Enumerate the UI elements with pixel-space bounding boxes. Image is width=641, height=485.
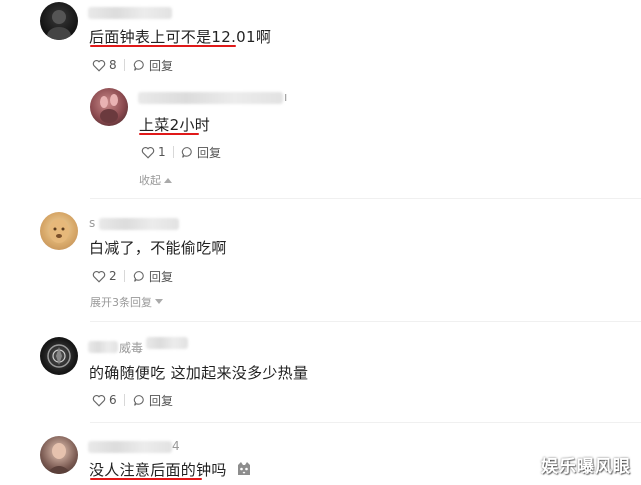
heart-outline-icon [141,146,155,159]
avatar[interactable] [90,88,128,126]
collapse-label: 收起 [139,174,161,187]
divider-bar [124,270,125,282]
divider-bar [124,59,125,71]
red-underline [90,45,236,47]
like-button[interactable]: 1 [141,144,166,160]
speech-bubble-icon [181,146,192,158]
heart-outline-icon [92,59,106,72]
comment-text: 后面钟表上可不是12.01啊 [89,28,272,46]
red-underline [139,133,199,135]
reply-label: 回复 [149,269,174,284]
red-underline [90,478,202,480]
like-count: 8 [109,58,117,72]
reply-label: 回复 [149,58,174,73]
avatar[interactable] [40,337,78,375]
reply-label: 回复 [149,393,174,408]
expand-label: 展开3条回复 [90,296,152,309]
username-blurred[interactable] [88,441,172,453]
comment-text-body: 没人注意后面的钟吗 [89,461,227,479]
reply-button[interactable]: 回复 [181,144,221,160]
expand-replies-button[interactable]: 展开3条回复 [90,294,163,310]
username-blurred[interactable] [138,92,283,104]
comment-text: 没人注意后面的钟吗 [89,459,252,480]
speech-bubble-icon [133,394,144,406]
divider-bar [173,146,174,158]
reply-text: 上菜2小时 [139,116,211,134]
caret-up-icon [164,178,172,183]
caret-down-icon [155,299,163,304]
speech-bubble-icon [133,270,144,282]
comment-divider [90,422,641,423]
username-blurred[interactable] [146,337,188,349]
watermark: 娱乐曝风眼 [541,457,631,477]
username-suffix: 4 [172,439,180,453]
avatar[interactable] [40,436,78,474]
like-button[interactable]: 2 [92,268,117,284]
speech-bubble-icon [133,59,144,71]
username-fragment: 威毒 [119,341,144,355]
username-prefix: s [89,216,96,230]
reply-button[interactable]: 回复 [133,392,173,408]
reply-button[interactable]: 回复 [133,268,173,284]
avatar[interactable] [40,2,78,40]
divider-bar [124,394,125,406]
comment-divider [90,321,641,322]
username-blurred[interactable] [88,341,118,353]
like-count: 1 [158,145,166,159]
avatar[interactable] [40,212,78,250]
like-count: 6 [109,393,117,407]
comment-divider [90,198,641,199]
like-count: 2 [109,269,117,283]
collapse-replies-button[interactable]: 收起 [139,172,172,188]
like-button[interactable]: 8 [92,57,117,73]
reply-label: 回复 [197,145,222,160]
like-button[interactable]: 6 [92,392,117,408]
reply-button[interactable]: 回复 [133,57,173,73]
comment-text: 白减了，不能偷吃啊 [89,239,227,257]
heart-outline-icon [92,270,106,283]
username-suffix: ı [284,90,288,104]
cat-face-emoji-icon [236,461,252,480]
username-blurred[interactable] [88,7,172,19]
username-blurred[interactable] [99,218,179,230]
comment-text: 的确随便吃 这加起来没多少热量 [89,364,309,382]
heart-outline-icon [92,394,106,407]
